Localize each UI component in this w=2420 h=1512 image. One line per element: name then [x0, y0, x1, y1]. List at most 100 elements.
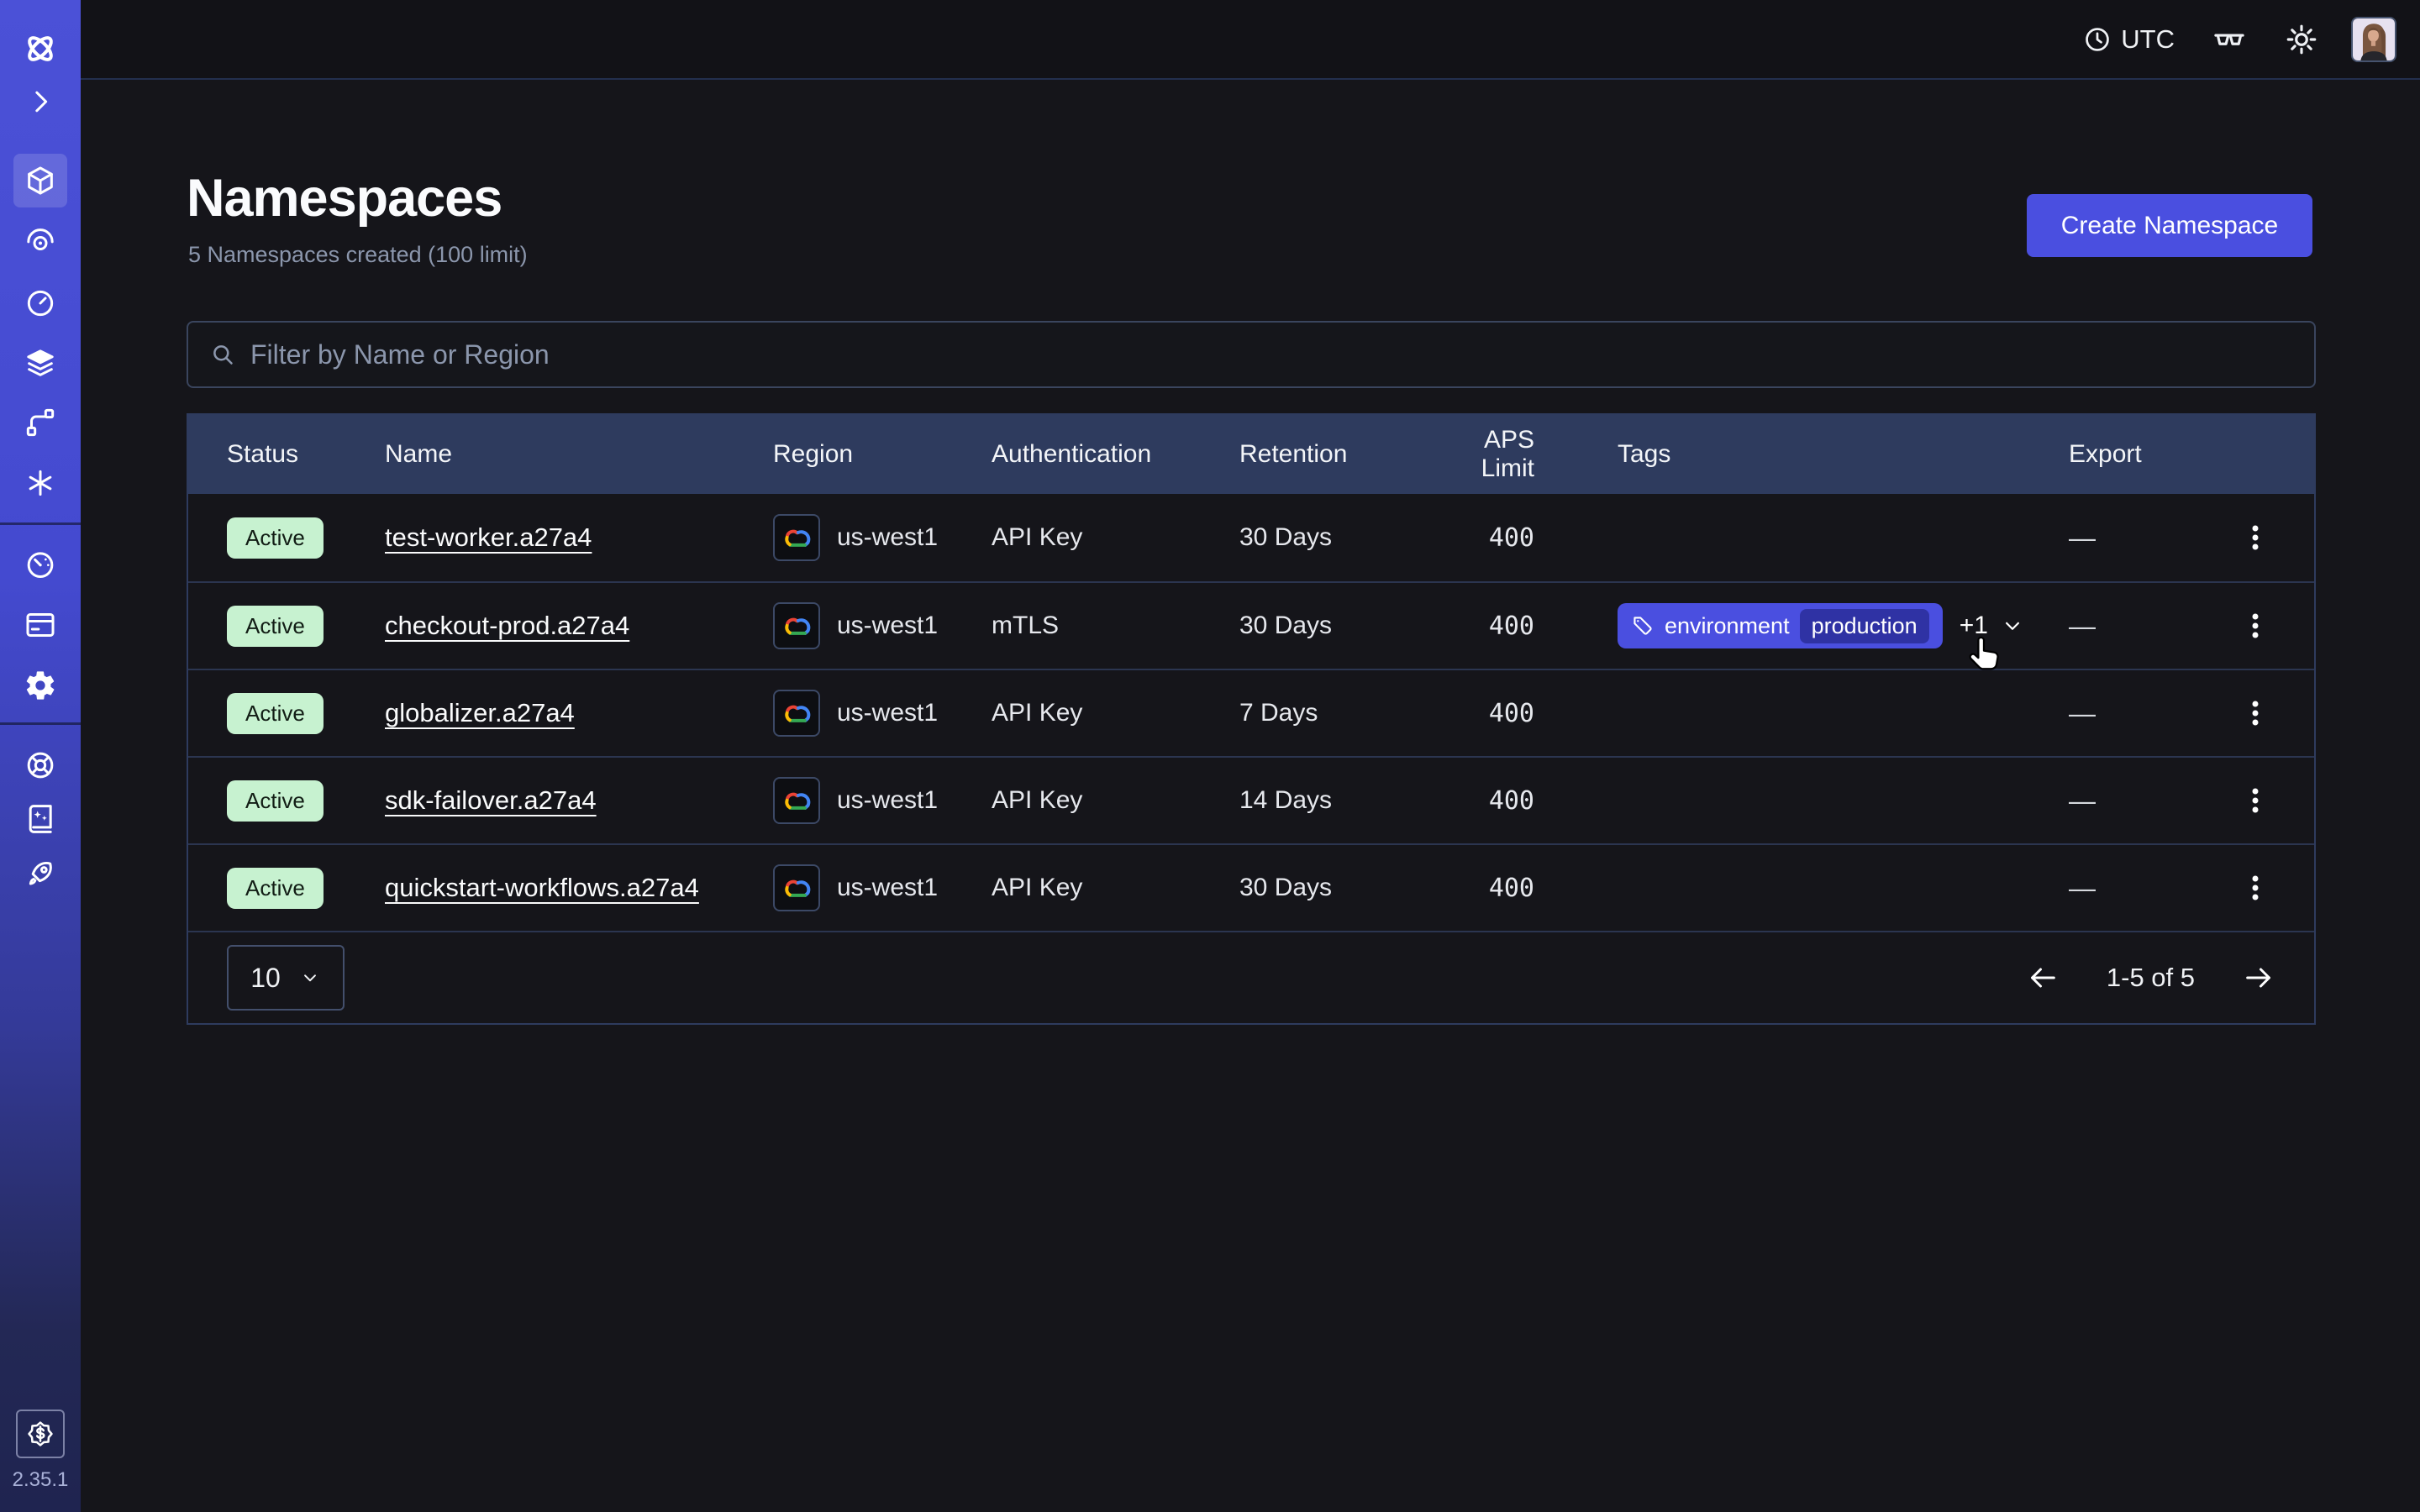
- pagination-range-label: 1-5 of 5: [2107, 963, 2195, 993]
- table-row: Active test-worker.a27a4 us-west1 API Ke…: [188, 494, 2314, 581]
- authentication-cell: API Key: [992, 874, 1239, 902]
- sidebar-item-usage[interactable]: [13, 538, 67, 591]
- region-cell: us-west1: [773, 864, 992, 911]
- filter-input[interactable]: [250, 339, 2294, 370]
- column-header-authentication: Authentication: [992, 440, 1239, 469]
- gcp-cloud-icon: [773, 602, 820, 649]
- table-row: Active sdk-failover.a27a4 us-west1 API K…: [188, 756, 2314, 843]
- sidebar-item-support[interactable]: [13, 738, 67, 792]
- mouse-cursor: [1966, 633, 2005, 672]
- status-badge: Active: [227, 868, 324, 909]
- sidebar-item-schedules[interactable]: [13, 276, 67, 329]
- namespace-link[interactable]: test-worker.a27a4: [385, 522, 592, 552]
- namespace-link[interactable]: checkout-prod.a27a4: [385, 611, 629, 640]
- arrow-left-icon: [2026, 961, 2060, 995]
- row-menu-button[interactable]: [2235, 871, 2275, 905]
- sidebar-item-billing[interactable]: [13, 598, 67, 652]
- column-header-region: Region: [773, 440, 992, 469]
- aps-limit-cell: 400: [1428, 699, 1618, 728]
- sun-icon: [2284, 22, 2319, 57]
- aps-limit-cell: 400: [1428, 523, 1618, 553]
- column-header-tags: Tags: [1618, 440, 2069, 469]
- iris-icon: [24, 224, 57, 258]
- region-label: us-west1: [837, 612, 938, 640]
- sidebar-item-nexus[interactable]: [13, 456, 67, 510]
- topbar: UTC: [81, 0, 2420, 80]
- tag-pill-key: environment: [1665, 613, 1790, 639]
- tag-icon: [1631, 614, 1655, 638]
- page-title: Namespaces: [187, 168, 502, 228]
- region-label: us-west1: [837, 523, 938, 552]
- name-cell: test-worker.a27a4: [385, 522, 773, 553]
- export-cell: —: [2069, 611, 2235, 642]
- page-size-value: 10: [250, 963, 281, 994]
- namespaces-table: Status Name Region Authentication Retent…: [187, 413, 2316, 1025]
- row-menu-button[interactable]: [2235, 609, 2275, 643]
- tag-pill[interactable]: environment production: [1618, 603, 1943, 648]
- sidebar-item-docs[interactable]: [13, 792, 67, 846]
- theme-toggle-button[interactable]: [2284, 22, 2319, 57]
- name-cell: sdk-failover.a27a4: [385, 785, 773, 816]
- status-cell: Active: [227, 517, 385, 559]
- pricing-button[interactable]: [16, 1410, 65, 1458]
- search-icon: [208, 340, 237, 369]
- app-screen: 2.35.1 UTC Namespaces 5 Namespaces: [0, 0, 2420, 1512]
- table-row: Active globalizer.a27a4 us-west1 API Key…: [188, 669, 2314, 756]
- column-header-name: Name: [385, 440, 773, 469]
- create-namespace-button[interactable]: Create Namespace: [2027, 194, 2312, 257]
- chevron-right-icon: [24, 85, 57, 118]
- window-icon: [24, 608, 57, 642]
- region-label: us-west1: [837, 874, 938, 902]
- next-page-button[interactable]: [2242, 961, 2275, 995]
- authentication-cell: mTLS: [992, 612, 1239, 640]
- asterisk-icon: [24, 466, 57, 500]
- region-cell: us-west1: [773, 602, 992, 649]
- table-body: Active test-worker.a27a4 us-west1 API Ke…: [188, 494, 2314, 931]
- book-sparkles-icon: [24, 802, 57, 836]
- timer-icon: [24, 286, 57, 319]
- timezone-label: UTC: [2121, 24, 2175, 55]
- page-subtitle: 5 Namespaces created (100 limit): [188, 242, 528, 268]
- namespace-link[interactable]: quickstart-workflows.a27a4: [385, 873, 699, 902]
- sidebar-item-monitor[interactable]: [13, 214, 67, 268]
- timezone-selector[interactable]: UTC: [2082, 24, 2175, 55]
- gcp-cloud-icon: [773, 514, 820, 561]
- row-menu-button[interactable]: [2235, 521, 2275, 554]
- region-cell: us-west1: [773, 690, 992, 737]
- export-cell: —: [2069, 698, 2235, 729]
- region-label: us-west1: [837, 699, 938, 727]
- tag-pill-value: production: [1800, 609, 1929, 643]
- retention-cell: 30 Days: [1239, 874, 1428, 902]
- row-menu-button[interactable]: [2235, 784, 2275, 817]
- region-label: us-west1: [837, 786, 938, 815]
- glasses-icon: [2212, 22, 2247, 57]
- namespace-link[interactable]: globalizer.a27a4: [385, 698, 575, 727]
- rocket-icon: [24, 857, 57, 890]
- sidebar-item-stack[interactable]: [13, 336, 67, 390]
- sidebar-expand-button[interactable]: [13, 75, 67, 129]
- user-avatar[interactable]: [2351, 17, 2396, 62]
- sidebar: 2.35.1: [0, 0, 81, 1512]
- kebab-menu-icon: [2238, 609, 2272, 643]
- gcp-cloud-icon: [773, 777, 820, 824]
- temporal-logo-icon: [13, 22, 67, 76]
- kebab-menu-icon: [2238, 871, 2272, 905]
- sidebar-item-settings[interactable]: [13, 659, 67, 712]
- retention-cell: 7 Days: [1239, 699, 1428, 727]
- chevron-down-icon: [299, 967, 321, 989]
- previous-page-button[interactable]: [2026, 961, 2060, 995]
- app-version: 2.35.1: [0, 1468, 81, 1492]
- sidebar-item-getting-started[interactable]: [13, 847, 67, 900]
- row-menu-button[interactable]: [2235, 696, 2275, 730]
- sidebar-divider: [0, 522, 81, 525]
- sidebar-item-namespaces[interactable]: [13, 154, 67, 207]
- retention-cell: 30 Days: [1239, 523, 1428, 552]
- sidebar-item-workflows[interactable]: [13, 396, 67, 449]
- status-cell: Active: [227, 780, 385, 822]
- page-size-select[interactable]: 10: [227, 945, 345, 1011]
- status-badge: Active: [227, 606, 324, 647]
- region-cell: us-west1: [773, 777, 992, 824]
- labs-button[interactable]: [2212, 22, 2247, 57]
- clock-icon: [2082, 24, 2112, 55]
- namespace-link[interactable]: sdk-failover.a27a4: [385, 785, 597, 815]
